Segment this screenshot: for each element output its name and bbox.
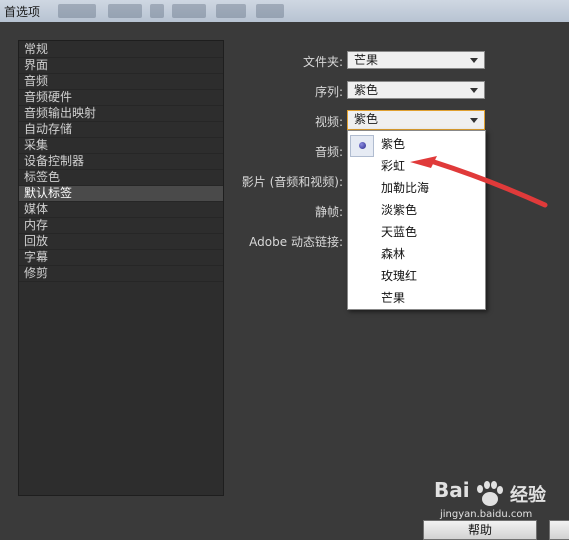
title-bar-blur [58, 4, 96, 18]
sidebar-item[interactable]: 采集 [19, 138, 223, 154]
video-label: 视频: [314, 115, 343, 129]
title-bar-blur [150, 4, 164, 18]
dropdown-option-label: 加勒比海 [381, 181, 430, 195]
sidebar-item[interactable]: 媒体 [19, 202, 223, 218]
window-title: 首选项 [4, 5, 41, 19]
paw-icon [477, 481, 503, 506]
dropdown-option[interactable]: 天蓝色 [348, 221, 485, 243]
sidebar-item[interactable]: 标签色 [19, 170, 223, 186]
title-bar-blur [256, 4, 284, 18]
folder-select[interactable]: 芒果 [347, 51, 485, 69]
dropdown-option-label: 紫色 [381, 137, 406, 151]
title-bar-blur [216, 4, 246, 18]
dropdown-option[interactable]: 森林 [348, 243, 485, 265]
baidu-watermark: Bai 经验 jingyan.baidu.com [434, 478, 564, 526]
video-select-value: 紫色 [354, 112, 379, 126]
dropdown-option-label: 淡紫色 [381, 203, 418, 217]
dynamic-link-label: Adobe 动态链接: [249, 235, 343, 249]
chevron-down-icon [470, 118, 478, 123]
dropdown-option[interactable]: 加勒比海 [348, 177, 485, 199]
still-label: 静帧: [314, 205, 343, 219]
sidebar-item[interactable]: 设备控制器 [19, 154, 223, 170]
dropdown-option-label: 天蓝色 [381, 225, 418, 239]
video-dropdown-list: 紫色彩虹加勒比海淡紫色天蓝色森林玫瑰红芒果 [347, 130, 486, 310]
folder-select-value: 芒果 [354, 53, 379, 67]
sidebar-item[interactable]: 回放 [19, 234, 223, 250]
radio-dot-icon [359, 142, 366, 149]
preferences-category-list: 常规 界面 音频 音频硬件 音频输出映射 自动存储 采集 设备控制器 标签色 默认标签 媒体 内存 回放… [18, 40, 224, 496]
chevron-down-icon [470, 88, 478, 93]
sidebar-item[interactable]: 自动存储 [19, 122, 223, 138]
audio-label: 音频: [314, 145, 343, 159]
folder-label: 文件夹: [302, 55, 343, 69]
sidebar-item[interactable]: 音频硬件 [19, 90, 223, 106]
sequence-select[interactable]: 紫色 [347, 81, 485, 99]
dropdown-option-label: 芒果 [381, 291, 406, 305]
dropdown-option-label: 玫瑰红 [381, 269, 418, 283]
title-bar-blur [172, 4, 206, 18]
sidebar-item[interactable]: 常规 [19, 42, 223, 58]
sequence-select-value: 紫色 [354, 83, 379, 97]
watermark-logo: Bai [434, 478, 470, 502]
watermark-url: jingyan.baidu.com [440, 509, 533, 520]
next-button[interactable] [549, 520, 569, 540]
sequence-label: 序列: [314, 85, 343, 99]
title-bar-blur [108, 4, 142, 18]
dropdown-option[interactable]: 淡紫色 [348, 199, 485, 221]
dropdown-option[interactable]: 玫瑰红 [348, 265, 485, 287]
preferences-window: 首选项 常规 界面 音频 音频硬件 音频输出映射 自动存储 采集 设备控制器 标签色 默认标签 媒体… [0, 0, 569, 540]
movie-label: 影片 (音频和视频): [241, 175, 343, 189]
dropdown-option-label: 森林 [381, 247, 406, 261]
sidebar-item[interactable]: 内存 [19, 218, 223, 234]
sidebar-item[interactable]: 修剪 [19, 266, 223, 282]
sidebar-item[interactable]: 音频 [19, 74, 223, 90]
dropdown-option[interactable]: 紫色 [348, 133, 485, 157]
chevron-down-icon [470, 58, 478, 63]
sidebar-item[interactable]: 默认标签 [19, 186, 223, 202]
help-button[interactable]: 帮助 [423, 520, 537, 540]
selected-indicator [350, 135, 374, 157]
dropdown-option[interactable]: 彩虹 [348, 155, 485, 177]
sidebar-item[interactable]: 音频输出映射 [19, 106, 223, 122]
title-bar: 首选项 [0, 0, 569, 22]
video-select[interactable]: 紫色 [347, 110, 485, 130]
watermark-brand: 经验 [510, 485, 546, 506]
sidebar-item[interactable]: 字幕 [19, 250, 223, 266]
sidebar-item[interactable]: 界面 [19, 58, 223, 74]
dropdown-option[interactable]: 芒果 [348, 287, 485, 309]
dropdown-option-label: 彩虹 [381, 159, 406, 173]
